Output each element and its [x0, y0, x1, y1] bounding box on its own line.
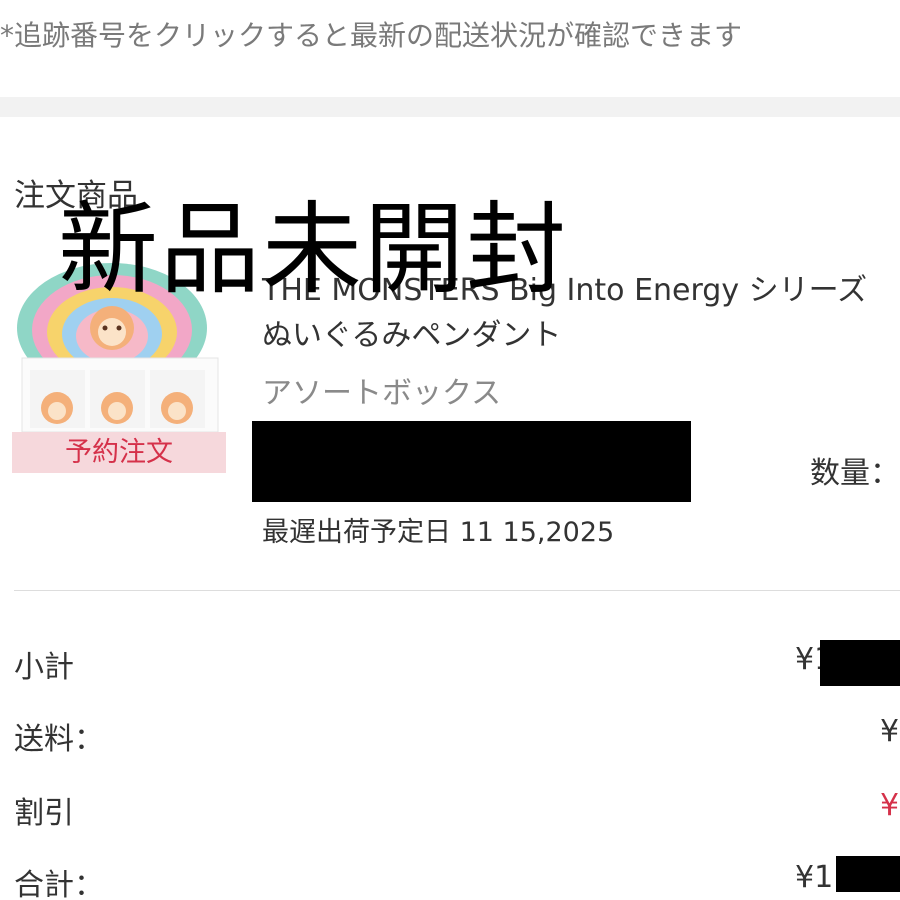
- section-separator-band: [0, 97, 900, 117]
- shipping-value: ¥: [880, 714, 900, 749]
- product-variant: アソートボックス: [262, 376, 502, 411]
- order-detail-page: *追跡番号をクリックすると最新の配送状況が確認できます 注文商品 予約注文 TH…: [0, 0, 900, 900]
- discount-label: 割引: [14, 796, 74, 831]
- overlay-caption: 新品未開封: [58, 191, 568, 308]
- total-value: ¥1: [795, 860, 834, 895]
- subtotal-label: 小計: [14, 650, 74, 685]
- shipping-label: 送料：: [14, 722, 104, 757]
- tracking-notice: *追跡番号をクリックすると最新の配送状況が確認できます: [0, 19, 743, 52]
- redaction-block-total: [836, 856, 900, 892]
- redaction-block: [252, 421, 691, 502]
- quantity-label: 数量：: [810, 456, 900, 491]
- latest-ship-date: 最遅出荷予定日 11 15,2025: [262, 517, 615, 548]
- total-label: 合計：: [14, 868, 104, 900]
- divider: [14, 590, 900, 591]
- preorder-badge: 予約注文: [12, 432, 226, 473]
- product-name-line2[interactable]: ぬいぐるみペンダント: [262, 310, 561, 354]
- redaction-block-subtotal: [820, 640, 900, 686]
- discount-value: ¥: [880, 788, 900, 823]
